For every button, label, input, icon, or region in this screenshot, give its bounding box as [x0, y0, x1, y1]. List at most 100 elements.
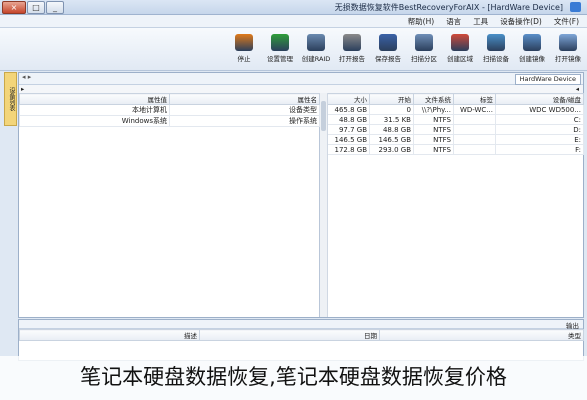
tab-hardware-device[interactable]: HardWare Device: [514, 74, 581, 85]
output-column-header[interactable]: 描述: [19, 329, 200, 341]
address-bar: ◂ ▸ HardWare Device: [19, 73, 583, 85]
cell-fs: NTFS: [413, 124, 454, 135]
toolbar-button-label: 创建RAID: [301, 55, 331, 63]
vertical-scrollbar[interactable]: [320, 93, 328, 317]
output-header: 输出: [19, 320, 583, 330]
toolbar-button[interactable]: 设置管理: [265, 34, 295, 63]
pane-header-right-icon: ◂: [575, 85, 579, 93]
cell-start: 0: [369, 104, 414, 115]
title-bar: × □ _ 无损数据恢复软件BestRecoveryForAIX - [Hard…: [0, 0, 587, 15]
toolbar-button[interactable]: 扫描分区: [409, 34, 439, 63]
property-name-cell: 设备类型: [169, 104, 320, 116]
toolbar-button[interactable]: 打开镜像: [553, 34, 583, 63]
pane-header-left-icon: ▸: [21, 85, 25, 93]
cell-fs: NTFS: [413, 114, 454, 125]
toolbar-button-label: 扫描设备: [483, 55, 509, 63]
output-column-header[interactable]: 日期: [199, 329, 380, 341]
column-header-property-name[interactable]: 属性名: [169, 93, 320, 105]
maximize-button[interactable]: □: [27, 1, 45, 14]
cell-start: 31.5 KB: [369, 114, 414, 125]
column-header[interactable]: 设备/磁盘: [495, 93, 584, 105]
open-report-icon: [343, 34, 361, 51]
properties-pane: 属性值 属性名 本地计算机 设备类型 Windows系统 操作系统: [19, 93, 320, 317]
toolbar-button[interactable]: 扫描设备: [481, 34, 511, 63]
stop-icon: [235, 34, 253, 51]
cell-device: F:: [495, 144, 584, 155]
toolbar-button[interactable]: 保存报告: [373, 34, 403, 63]
table-row[interactable]: 146.5 GB 146.5 GB NTFS E:: [327, 134, 584, 145]
toolbar-button-label: 保存报告: [375, 55, 401, 63]
save-report-icon: [379, 34, 397, 51]
table-row[interactable]: 48.8 GB 31.5 KB NTFS C:: [327, 114, 584, 125]
cell-start: 293.0 GB: [369, 144, 414, 155]
create-region-icon: [451, 34, 469, 51]
scroll-thumb[interactable]: [321, 101, 326, 131]
cell-label: WD-WC...: [453, 104, 496, 115]
toolbar: 打开镜像 创建镜像 扫描设备 创建区域 扫描分区 保存报告 打开报告 创建RAID 设置管理 停止: [0, 28, 587, 71]
cell-device: E:: [495, 134, 584, 145]
cell-label: [453, 114, 496, 125]
open-image-icon: [559, 34, 577, 51]
cell-start: 146.5 GB: [369, 134, 414, 145]
toolbar-button-label: 设置管理: [267, 55, 293, 63]
main-panel: ◂ ▸ HardWare Device ▸ ◂ 属性值 属性名 本地计算机 设备类…: [18, 72, 584, 318]
scan-device-icon: [487, 34, 505, 51]
menu-item[interactable]: 设备操作(D): [500, 16, 542, 27]
column-header-property-value[interactable]: 属性值: [19, 93, 170, 105]
table-row[interactable]: 本地计算机 设备类型: [19, 104, 320, 116]
window-title: 无损数据恢复软件BestRecoveryForAIX - [HardWare D…: [334, 3, 563, 12]
toolbar-button-label: 打开镜像: [555, 55, 581, 63]
table-row[interactable]: 172.8 GB 293.0 GB NTFS F:: [327, 144, 584, 155]
table-row[interactable]: 465.8 GB 0 \\?\Phy... WD-WC... WDC WD500...: [327, 104, 584, 115]
settings-icon: [271, 34, 289, 51]
menu-bar: 文件(F) 设备操作(D) 工具 语言 帮助(H): [0, 15, 587, 28]
cell-size: 172.8 GB: [327, 144, 370, 155]
property-name-cell: 操作系统: [169, 115, 320, 127]
close-button[interactable]: ×: [2, 1, 26, 14]
cell-size: 97.7 GB: [327, 124, 370, 135]
cell-size: 465.8 GB: [327, 104, 370, 115]
device-list-sidetab[interactable]: 设备列表: [4, 72, 17, 126]
cell-label: [453, 124, 496, 135]
cell-label: [453, 134, 496, 145]
toolbar-button-label: 扫描分区: [411, 55, 437, 63]
window-controls: × □ _: [2, 1, 64, 14]
device-list-pane: 大小 开始 文件系统 标签 设备/磁盘 465.8 GB 0 \\?\Phy... WD-WC…: [320, 93, 584, 317]
toolbar-button[interactable]: 创建区域: [445, 34, 475, 63]
create-image-icon: [523, 34, 541, 51]
minimize-button[interactable]: _: [46, 1, 64, 14]
cell-fs: NTFS: [413, 144, 454, 155]
app-icon: [570, 2, 581, 12]
menu-item[interactable]: 文件(F): [554, 16, 579, 27]
property-value-cell: 本地计算机: [19, 104, 170, 116]
menu-item[interactable]: 语言: [446, 16, 461, 27]
menu-item[interactable]: 工具: [473, 16, 488, 27]
cell-start: 48.8 GB: [369, 124, 414, 135]
toolbar-button-label: 创建镜像: [519, 55, 545, 63]
toolbar-button-label: 停止: [237, 55, 251, 63]
toolbar-button[interactable]: 停止: [229, 34, 259, 63]
nav-arrows[interactable]: ◂ ▸: [22, 73, 31, 81]
toolbar-button-label: 创建区域: [447, 55, 473, 63]
menu-item[interactable]: 帮助(H): [408, 16, 435, 27]
create-raid-icon: [307, 34, 325, 51]
toolbar-button-label: 打开报告: [339, 55, 365, 63]
scan-partition-icon: [415, 34, 433, 51]
table-row[interactable]: 97.7 GB 48.8 GB NTFS D:: [327, 124, 584, 135]
cell-device: WDC WD500...: [495, 104, 584, 115]
column-header[interactable]: 大小: [327, 93, 370, 105]
cell-size: 48.8 GB: [327, 114, 370, 125]
output-column-header[interactable]: 类型: [379, 329, 584, 341]
table-row[interactable]: Windows系统 操作系统: [19, 115, 320, 127]
toolbar-button[interactable]: 创建RAID: [301, 34, 331, 63]
column-header[interactable]: 标签: [453, 93, 496, 105]
column-header[interactable]: 开始: [369, 93, 414, 105]
cell-fs: NTFS: [413, 134, 454, 145]
output-panel: 输出 描述 日期 类型: [18, 319, 584, 361]
caption-text: 笔记本硬盘数据恢复,笔记本硬盘数据恢复价格: [80, 365, 507, 389]
toolbar-button[interactable]: 创建镜像: [517, 34, 547, 63]
property-value-cell: Windows系统: [19, 115, 170, 127]
toolbar-button[interactable]: 打开报告: [337, 34, 367, 63]
cell-fs: \\?\Phy...: [413, 104, 454, 115]
column-header[interactable]: 文件系统: [413, 93, 454, 105]
